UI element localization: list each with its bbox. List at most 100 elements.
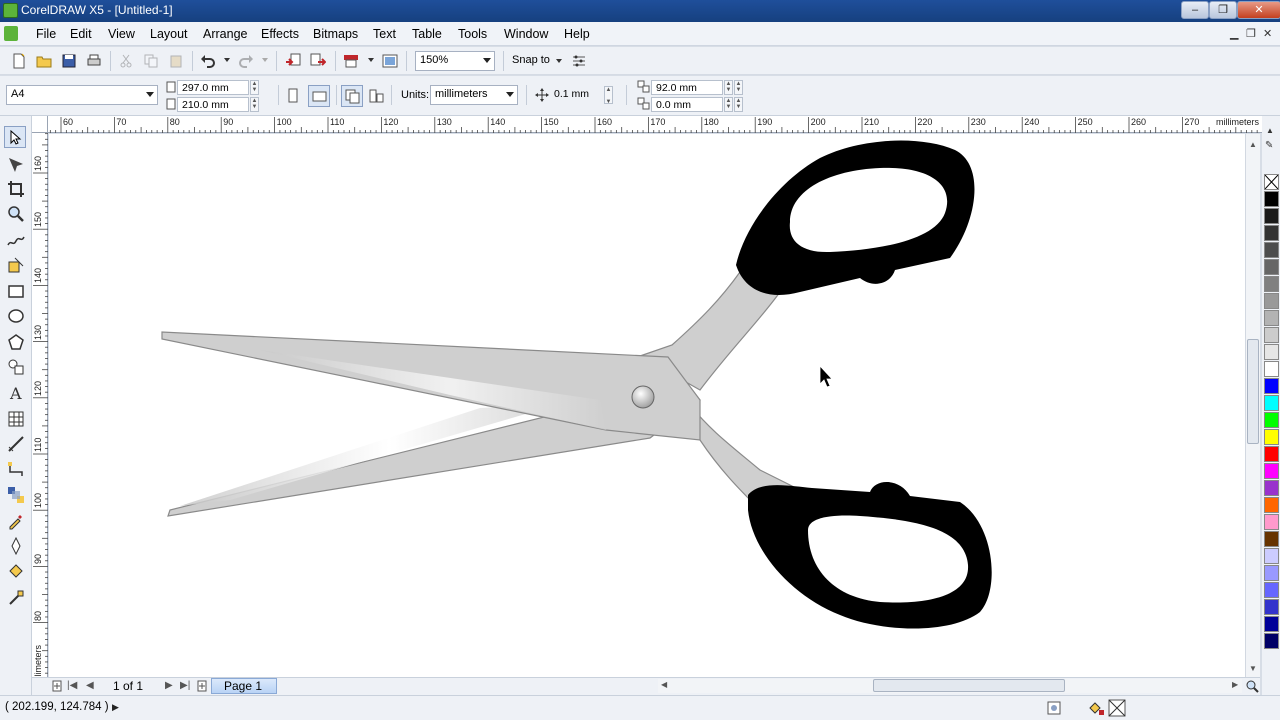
color-swatch[interactable] xyxy=(1264,327,1279,343)
first-page-add-icon[interactable] xyxy=(51,680,63,692)
menu-help[interactable]: Help xyxy=(564,27,590,41)
horizontal-scroll-thumb[interactable] xyxy=(873,679,1065,692)
color-swatch[interactable] xyxy=(1264,361,1279,377)
print-icon[interactable] xyxy=(86,53,102,69)
palette-scroll-up-icon[interactable]: ▲ xyxy=(1266,126,1274,135)
redo-dropdown-icon[interactable] xyxy=(262,58,268,62)
page-size-select[interactable]: A4 xyxy=(6,85,158,105)
color-swatch[interactable] xyxy=(1264,582,1279,598)
color-swatch[interactable] xyxy=(1264,599,1279,615)
open-icon[interactable] xyxy=(36,53,52,69)
page-width-field[interactable]: 297.0 mm xyxy=(177,80,249,95)
color-swatch[interactable] xyxy=(1264,344,1279,360)
scroll-left-icon[interactable]: ◀ xyxy=(661,680,667,689)
page-height-spinner[interactable]: ▲ ▼ xyxy=(250,97,259,112)
duplicate-y-spinner[interactable]: ▲ ▼ xyxy=(724,97,733,112)
color-swatch[interactable] xyxy=(1264,276,1279,292)
color-swatch[interactable] xyxy=(1264,191,1279,207)
basic-shapes-tool-icon[interactable] xyxy=(7,358,25,376)
color-swatch[interactable] xyxy=(1264,242,1279,258)
welcome-screen-icon[interactable] xyxy=(382,53,398,69)
color-swatch[interactable] xyxy=(1264,565,1279,581)
color-swatch[interactable] xyxy=(1264,514,1279,530)
menu-view[interactable]: View xyxy=(108,27,135,41)
export-icon[interactable] xyxy=(310,53,326,69)
color-swatch[interactable] xyxy=(1264,463,1279,479)
undo-dropdown-icon[interactable] xyxy=(224,58,230,62)
options-icon[interactable] xyxy=(571,53,587,69)
color-swatch[interactable] xyxy=(1264,497,1279,513)
color-swatch[interactable] xyxy=(1264,378,1279,394)
outline-status-none-icon[interactable] xyxy=(1108,699,1126,717)
color-swatch[interactable] xyxy=(1264,395,1279,411)
ruler-origin[interactable] xyxy=(32,116,48,133)
launcher-dropdown-icon[interactable] xyxy=(368,58,374,62)
menu-bitmaps[interactable]: Bitmaps xyxy=(313,27,358,41)
color-swatch[interactable] xyxy=(1264,548,1279,564)
all-pages-button[interactable] xyxy=(341,85,363,107)
menu-window[interactable]: Window xyxy=(504,27,548,41)
color-swatch[interactable] xyxy=(1264,446,1279,462)
status-expand-icon[interactable]: ▶ xyxy=(112,702,119,713)
last-page-icon[interactable]: ▶| xyxy=(180,680,190,691)
snap-to-button[interactable]: Snap to xyxy=(512,54,550,66)
pick-tool-button[interactable] xyxy=(4,126,26,148)
menu-effects[interactable]: Effects xyxy=(261,27,299,41)
zoom-tool-icon[interactable] xyxy=(7,205,25,223)
first-page-icon[interactable]: |◀ xyxy=(67,680,77,691)
zoom-levels-select[interactable]: 150% xyxy=(415,51,495,71)
nudge-spinner[interactable]: ▲ ▼ xyxy=(604,86,613,105)
color-proof-icon[interactable] xyxy=(1046,700,1062,716)
copy-icon[interactable] xyxy=(143,53,159,69)
application-launcher-icon[interactable] xyxy=(343,53,359,69)
duplicate-y-spinner-2[interactable]: ▲ ▼ xyxy=(734,97,743,112)
scroll-right-icon[interactable]: ▶ xyxy=(1232,680,1238,689)
scroll-up-icon[interactable]: ▲ xyxy=(1249,140,1257,149)
page-height-field[interactable]: 210.0 mm xyxy=(177,97,249,112)
shape-tool-icon[interactable] xyxy=(7,156,25,174)
page-tab[interactable]: Page 1 xyxy=(211,678,277,694)
table-tool-icon[interactable] xyxy=(7,410,25,428)
coreldraw-app-icon[interactable] xyxy=(3,3,18,18)
color-swatch[interactable] xyxy=(1264,531,1279,547)
vertical-ruler[interactable]: 160 150 140 130 120 110 100 90 80 millimeters xyxy=(32,133,48,688)
next-page-icon[interactable]: ▶ xyxy=(165,680,173,691)
rectangle-tool-icon[interactable] xyxy=(7,282,25,300)
menu-tools[interactable]: Tools xyxy=(458,27,487,41)
duplicate-x-spinner-2[interactable]: ▲ ▼ xyxy=(734,80,743,95)
outline-pen-icon[interactable] xyxy=(7,537,25,555)
connector-tool-icon[interactable] xyxy=(7,461,25,479)
portrait-icon[interactable] xyxy=(286,88,300,104)
scroll-down-icon[interactable]: ▼ xyxy=(1249,664,1257,673)
fill-status-icon[interactable] xyxy=(1087,700,1105,716)
freehand-tool-icon[interactable] xyxy=(7,231,25,249)
horizontal-ruler[interactable]: 60 70 80 90 100 110 120 130 140 150 160 170 180 190 20… xyxy=(48,116,1264,133)
duplicate-x-spinner[interactable]: ▲ ▼ xyxy=(724,80,733,95)
vertical-scroll-thumb[interactable] xyxy=(1247,339,1259,444)
polygon-tool-icon[interactable] xyxy=(7,333,25,351)
no-color-swatch[interactable] xyxy=(1264,174,1279,190)
nudge-distance-field[interactable]: 0.1 mm xyxy=(550,87,600,102)
color-eyedropper-icon[interactable] xyxy=(7,512,25,530)
doc-close-icon[interactable]: ✕ xyxy=(1263,27,1272,40)
menu-file[interactable]: File xyxy=(36,27,56,41)
current-page-icon[interactable] xyxy=(368,88,384,104)
color-swatch[interactable] xyxy=(1264,429,1279,445)
units-select[interactable]: millimeters xyxy=(430,85,518,105)
color-swatch[interactable] xyxy=(1264,616,1279,632)
menu-arrange[interactable]: Arrange xyxy=(203,27,247,41)
text-tool-icon[interactable]: A xyxy=(7,384,25,402)
import-icon[interactable] xyxy=(285,53,301,69)
menu-table[interactable]: Table xyxy=(412,27,442,41)
dimension-tool-icon[interactable] xyxy=(7,435,25,453)
duplicate-x-field[interactable]: 92.0 mm xyxy=(651,80,723,95)
doc-restore-icon[interactable]: ❐ xyxy=(1246,27,1256,40)
crop-tool-icon[interactable] xyxy=(7,180,25,198)
horizontal-scrollbar[interactable]: ◀ ▶ xyxy=(658,679,1242,693)
undo-icon[interactable] xyxy=(200,53,216,69)
menu-layout[interactable]: Layout xyxy=(150,27,188,41)
add-page-icon[interactable] xyxy=(196,680,208,692)
ellipse-tool-icon[interactable] xyxy=(7,307,25,325)
landscape-button[interactable] xyxy=(308,85,330,107)
color-swatch[interactable] xyxy=(1264,208,1279,224)
